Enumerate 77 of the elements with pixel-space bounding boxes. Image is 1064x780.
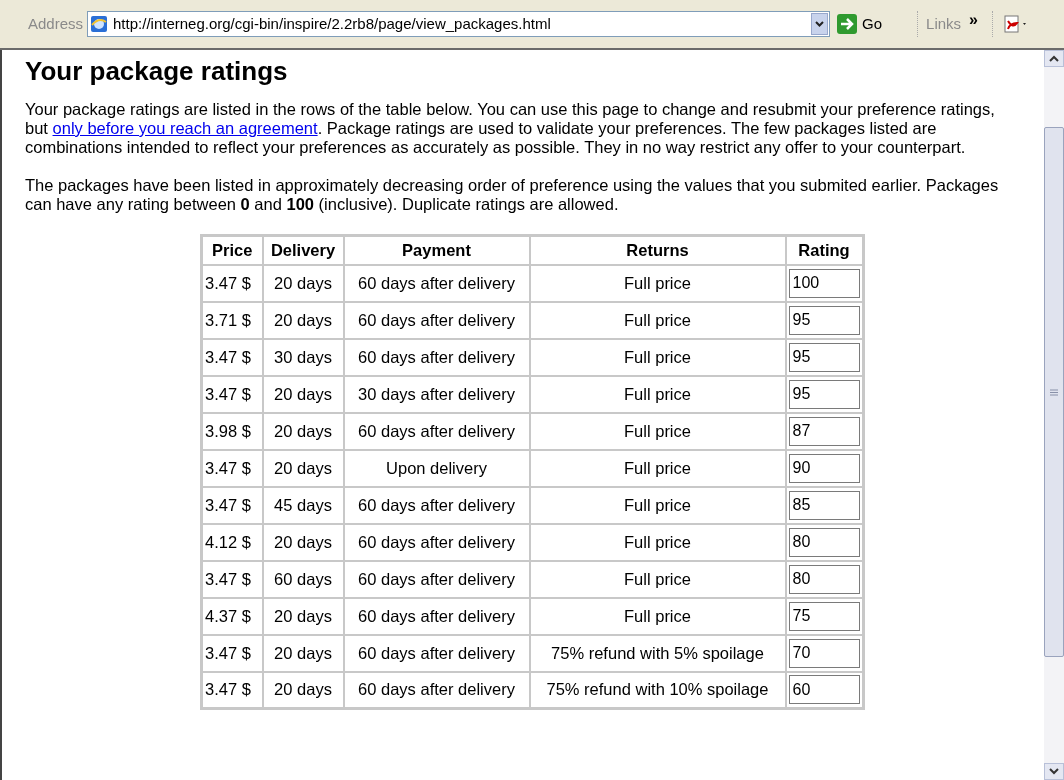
column-header: Returns xyxy=(529,235,786,265)
caret-icon xyxy=(815,21,825,27)
table-cell: 30 days xyxy=(262,338,344,376)
grip-icon xyxy=(1050,388,1058,396)
table-cell: 75% refund with 5% spoilage xyxy=(529,634,786,672)
rating-input[interactable]: 80 xyxy=(788,564,860,594)
paragraph: The packages have been listed in approximately decreasing order of preference using the values that you submited earlier. Packages can have any rating between 0 and 100 (inclusive). Duplicate ratings are allowed. xyxy=(25,176,1000,214)
rating-input[interactable]: 95 xyxy=(788,379,860,409)
table-cell: 60 days after delivery xyxy=(343,264,530,302)
table-cell: 60 days xyxy=(262,560,344,598)
table-cell: Full price xyxy=(529,523,786,561)
table-cell: Full price xyxy=(529,301,786,339)
scroll-down-button[interactable] xyxy=(1044,763,1064,780)
rating-input[interactable]: 90 xyxy=(788,453,860,483)
table-cell: 60 days after delivery xyxy=(343,597,530,635)
table-cell: Full price xyxy=(529,449,786,487)
table-cell: 20 days xyxy=(262,301,344,339)
table-cell: 20 days xyxy=(262,597,344,635)
table-cell: 20 days xyxy=(262,449,344,487)
scroll-thumb[interactable] xyxy=(1044,127,1064,657)
table-cell: 30 days after delivery xyxy=(343,375,530,413)
table-cell: 45 days xyxy=(262,486,344,524)
table-cell: 20 days xyxy=(262,264,344,302)
rating-input[interactable]: 85 xyxy=(788,490,860,520)
table-cell: 60 days after delivery xyxy=(343,486,530,524)
scrollbar[interactable] xyxy=(1044,50,1064,780)
table-cell: 3.47 $ xyxy=(201,634,263,672)
table-cell: Full price xyxy=(529,486,786,524)
rating-input[interactable]: 95 xyxy=(788,342,860,372)
table-cell: 20 days xyxy=(262,523,344,561)
table-cell: 20 days xyxy=(262,412,344,450)
column-header: Delivery xyxy=(262,235,344,265)
rating-input[interactable]: 75 xyxy=(788,601,860,631)
table-cell: 4.12 $ xyxy=(201,523,263,561)
table-cell: 3.47 $ xyxy=(201,486,263,524)
table-cell: 60 days after delivery xyxy=(343,338,530,376)
table-cell: Full price xyxy=(529,597,786,635)
table-cell: 60 days after delivery xyxy=(343,634,530,672)
table-cell: 3.71 $ xyxy=(201,301,263,339)
table-cell: 20 days xyxy=(262,634,344,672)
rating-input[interactable]: 80 xyxy=(788,527,860,557)
rating-input[interactable]: 87 xyxy=(788,416,860,446)
table-cell: Full price xyxy=(529,560,786,598)
table-cell: Full price xyxy=(529,375,786,413)
page-heading: Your package ratings xyxy=(25,56,289,86)
column-header: Price xyxy=(201,235,263,265)
table-cell: Upon delivery xyxy=(343,449,530,487)
paragraph: Your package ratings are listed in the rows of the table below. You can use this page to change and resubmit your preference ratings, but only before you reach an agreement. Package ratings are used to validate your preferences. The few packages listed are combinations intended to reflect your preferences as accurately as possible. They in no way restrict any offer to your counterpart. xyxy=(25,100,996,157)
rating-input[interactable]: 60 xyxy=(788,675,860,705)
table-cell: 60 days after delivery xyxy=(343,412,530,450)
agreement-link[interactable]: only before you reach an agreement xyxy=(52,119,318,137)
table-cell: 60 days after delivery xyxy=(343,560,530,598)
table-cell: 3.47 $ xyxy=(201,449,263,487)
table-cell: 20 days xyxy=(262,375,344,413)
address-field[interactable]: http://interneg.org/cgi-bin/inspire/2.2rb8/page/view_packages.html xyxy=(87,11,831,37)
table-cell: Full price xyxy=(529,338,786,376)
table-cell: 3.47 $ xyxy=(201,375,263,413)
table-cell: 3.47 $ xyxy=(201,338,263,376)
rating-input[interactable]: 100 xyxy=(788,268,860,298)
document-icon[interactable] xyxy=(1003,15,1029,33)
scroll-up-button[interactable] xyxy=(1044,50,1064,67)
table-cell: 60 days after delivery xyxy=(343,301,530,339)
chevron-button[interactable]: » xyxy=(969,8,978,32)
table-cell: 3.98 $ xyxy=(201,412,263,450)
column-header: Payment xyxy=(343,235,530,265)
url-text: http://interneg.org/cgi-bin/inspire/2.2rb8/page/view_packages.html xyxy=(113,13,552,34)
address-label: Address xyxy=(28,13,84,34)
table-cell: 3.47 $ xyxy=(201,264,263,302)
go-button[interactable]: Go xyxy=(834,11,886,37)
table-cell: Full price xyxy=(529,264,786,302)
table-cell: 3.47 $ xyxy=(201,560,263,598)
table-cell: 4.37 $ xyxy=(201,597,263,635)
rating-input[interactable]: 70 xyxy=(788,638,860,668)
dropdown-button[interactable] xyxy=(811,13,829,35)
table-cell: 60 days after delivery xyxy=(343,523,530,561)
table-cell: Full price xyxy=(529,412,786,450)
rating-input[interactable]: 95 xyxy=(788,305,860,335)
